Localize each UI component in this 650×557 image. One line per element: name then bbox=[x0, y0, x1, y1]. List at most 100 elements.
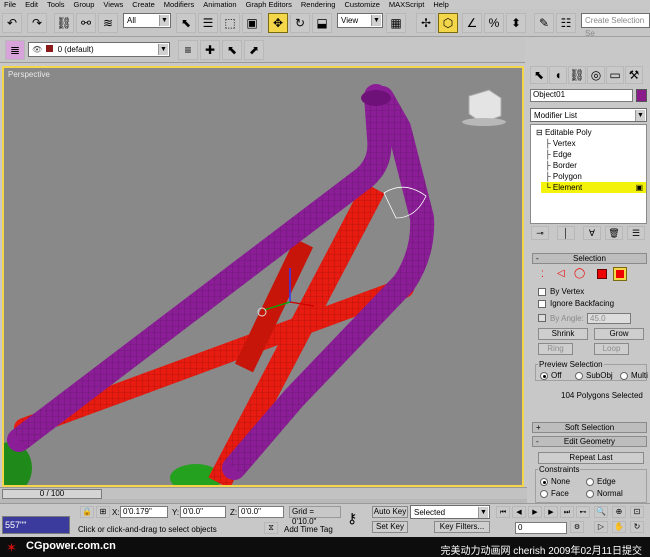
named-selection-input[interactable]: Create Selection Se bbox=[581, 13, 650, 38]
zoom-icon[interactable]: 🔍 bbox=[594, 506, 608, 518]
repeat-last-button[interactable]: Repeat Last bbox=[538, 452, 644, 464]
field-of-view-icon[interactable]: ▷ bbox=[594, 521, 608, 533]
select-by-name-icon[interactable]: ☰ bbox=[198, 13, 218, 33]
select-and-move-icon[interactable]: ✥ bbox=[268, 13, 288, 33]
time-configuration-icon[interactable]: ⚙ bbox=[570, 521, 584, 533]
add-to-layer-icon[interactable]: ✚ bbox=[200, 40, 220, 60]
element-mode-button[interactable] bbox=[613, 267, 627, 281]
y-coordinate-field[interactable]: 0'0.0" bbox=[180, 506, 226, 518]
selection-rollout-header[interactable]: - Selection bbox=[532, 253, 647, 264]
menu-animation[interactable]: Animation bbox=[199, 0, 241, 9]
hierarchy-tab-icon[interactable]: ⛓ bbox=[568, 66, 586, 84]
current-frame-field[interactable]: 0 bbox=[515, 522, 567, 534]
utilities-tab-icon[interactable]: ⚒ bbox=[625, 66, 643, 84]
set-key-button[interactable]: Set Key bbox=[372, 521, 408, 533]
unlink-icon[interactable]: ⚯ bbox=[76, 13, 96, 33]
object-name-field[interactable]: Object01 bbox=[530, 89, 633, 102]
go-to-start-icon[interactable]: ⏮ bbox=[496, 506, 510, 518]
select-and-manipulate-icon[interactable]: ✢ bbox=[416, 13, 436, 33]
set-current-layer-icon[interactable]: ⬈ bbox=[244, 40, 264, 60]
select-and-scale-icon[interactable]: ⬓ bbox=[312, 13, 332, 33]
add-time-tag-label[interactable]: Add Time Tag bbox=[284, 525, 333, 534]
stack-item-vertex[interactable]: ├ Vertex bbox=[545, 139, 576, 148]
vertex-mode-icon[interactable]: ⁚ bbox=[541, 269, 544, 280]
menu-file[interactable]: File bbox=[0, 0, 21, 9]
layer-dropdown[interactable]: 👁 0 (default) ▼ bbox=[28, 42, 170, 57]
constraint-face-radio[interactable] bbox=[540, 490, 548, 498]
previous-frame-icon[interactable]: ◀ bbox=[512, 506, 526, 518]
select-layer-objects-icon[interactable]: ⬉ bbox=[222, 40, 242, 60]
time-slider-thumb[interactable]: 0 / 100 bbox=[2, 489, 102, 499]
menu-group[interactable]: Group bbox=[70, 0, 100, 9]
undo-icon[interactable]: ↶ bbox=[2, 13, 22, 33]
menu-graph-editors[interactable]: Graph Editors bbox=[242, 0, 297, 9]
time-tag-icon[interactable]: ⧖ bbox=[264, 522, 278, 534]
key-filters-button[interactable]: Key Filters... bbox=[434, 521, 490, 533]
polygon-mode-icon[interactable] bbox=[597, 269, 607, 279]
select-and-rotate-icon[interactable]: ↻ bbox=[290, 13, 310, 33]
preview-multi-radio[interactable] bbox=[620, 372, 628, 380]
menu-views[interactable]: Views bbox=[99, 0, 128, 9]
pan-icon[interactable]: ✋ bbox=[612, 521, 626, 533]
pivot-center-icon[interactable]: ▦ bbox=[386, 13, 406, 33]
menu-tools[interactable]: Tools bbox=[43, 0, 70, 9]
ring-button[interactable]: Ring bbox=[538, 343, 573, 355]
auto-key-button[interactable]: Auto Key bbox=[372, 506, 408, 518]
edge-mode-icon[interactable]: ◁ bbox=[557, 268, 565, 279]
stack-item-edge[interactable]: ├ Edge bbox=[545, 150, 572, 159]
angle-snap-icon[interactable]: ∠ bbox=[462, 13, 482, 33]
object-color-swatch[interactable] bbox=[636, 89, 647, 102]
z-coordinate-field[interactable]: 0'0.0" bbox=[238, 506, 284, 518]
percent-snap-icon[interactable]: % bbox=[484, 13, 504, 33]
border-mode-icon[interactable]: ◯ bbox=[574, 268, 585, 279]
menu-rendering[interactable]: Rendering bbox=[297, 0, 341, 9]
stack-item-polygon[interactable]: ├ Polygon bbox=[545, 172, 582, 181]
pin-stack-icon[interactable]: ⊸ bbox=[531, 226, 549, 240]
constraint-normal-radio[interactable] bbox=[586, 490, 594, 498]
stack-item-element[interactable]: └ Element ▣ bbox=[541, 182, 646, 193]
named-selection-abc-icon[interactable]: ☷ bbox=[556, 13, 576, 33]
go-to-end-icon[interactable]: ⏭ bbox=[560, 506, 574, 518]
display-tab-icon[interactable]: ▭ bbox=[606, 66, 624, 84]
create-layer-icon[interactable]: ≡ bbox=[178, 40, 198, 60]
play-icon[interactable]: ▶ bbox=[528, 506, 542, 518]
by-angle-spinner[interactable]: 45.0 bbox=[587, 313, 631, 324]
x-coordinate-field[interactable]: 0'0.179" bbox=[120, 506, 168, 518]
shrink-button[interactable]: Shrink bbox=[538, 328, 588, 340]
spinner-snap-icon[interactable]: ⬍ bbox=[506, 13, 526, 33]
modify-tab-icon[interactable]: ◖ bbox=[549, 66, 567, 84]
edit-named-selection-icon[interactable]: ✎ bbox=[534, 13, 554, 33]
key-mode-toggle-icon[interactable]: ⊷ bbox=[576, 506, 590, 518]
key-mode-dropdown[interactable]: Selected ▼ bbox=[410, 505, 490, 519]
stack-root-item[interactable]: ⊟ Editable Poly bbox=[536, 128, 592, 137]
perspective-viewport[interactable]: Perspective bbox=[2, 66, 524, 487]
menu-maxscript[interactable]: MAXScript bbox=[385, 0, 429, 9]
by-vertex-checkbox[interactable] bbox=[538, 288, 546, 296]
ignore-backfacing-checkbox[interactable] bbox=[538, 300, 546, 308]
select-object-icon[interactable]: ⬉ bbox=[176, 13, 196, 33]
menu-edit[interactable]: Edit bbox=[21, 0, 43, 9]
constraint-edge-radio[interactable] bbox=[586, 478, 594, 486]
loop-button[interactable]: Loop bbox=[594, 343, 629, 355]
menu-modifiers[interactable]: Modifiers bbox=[160, 0, 199, 9]
constraint-none-radio[interactable] bbox=[540, 478, 548, 486]
bind-space-warp-icon[interactable]: ≋ bbox=[98, 13, 118, 33]
by-angle-checkbox[interactable] bbox=[538, 314, 546, 322]
menu-create[interactable]: Create bbox=[128, 0, 160, 9]
create-tab-icon[interactable]: ⬉ bbox=[530, 66, 548, 84]
make-unique-icon[interactable]: ∀ bbox=[583, 226, 601, 240]
zoom-all-icon[interactable]: ⊕ bbox=[612, 506, 626, 518]
soft-selection-rollout-header[interactable]: + Soft Selection bbox=[532, 422, 647, 433]
snap-toggle-icon[interactable]: ⬡ bbox=[438, 13, 458, 33]
grow-button[interactable]: Grow bbox=[594, 328, 644, 340]
motion-tab-icon[interactable]: ◎ bbox=[587, 66, 605, 84]
remove-modifier-icon[interactable]: 🗑 bbox=[605, 226, 623, 240]
orbit-icon[interactable]: ↻ bbox=[630, 521, 644, 533]
viewcube-icon[interactable] bbox=[462, 89, 506, 126]
selection-filter-dropdown[interactable]: All ▼ bbox=[123, 13, 171, 28]
time-slider[interactable]: 0 / 100 bbox=[0, 487, 527, 499]
maxscript-listener[interactable]: 557"" bbox=[2, 516, 70, 534]
preview-subobj-radio[interactable] bbox=[575, 372, 583, 380]
next-frame-icon[interactable]: ▶ bbox=[544, 506, 558, 518]
reference-coordinate-dropdown[interactable]: View ▼ bbox=[337, 13, 383, 28]
